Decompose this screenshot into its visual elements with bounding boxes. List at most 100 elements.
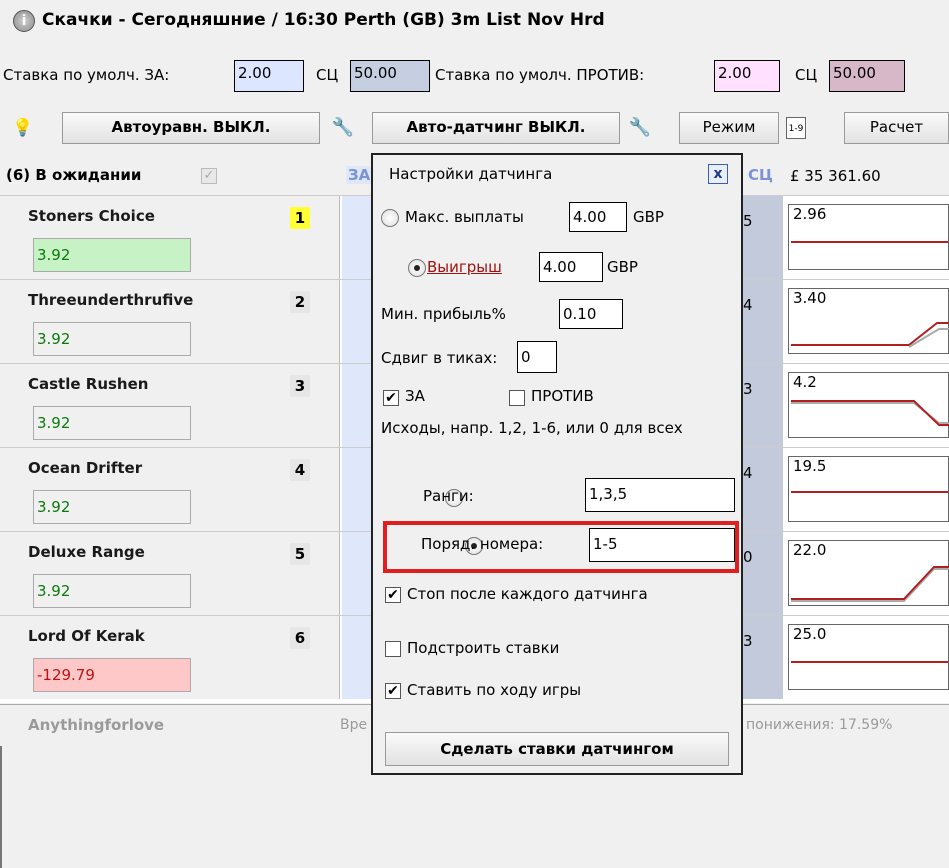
price-graph: 3.40 — [788, 288, 949, 354]
runner-price[interactable]: 3.92 — [33, 490, 191, 524]
close-icon[interactable]: x — [708, 164, 728, 184]
lay-stake-input[interactable]: 2.00 — [714, 60, 780, 92]
price-line-chart — [791, 322, 949, 348]
currency-label-1: GBP — [633, 208, 664, 226]
max-payout-radio[interactable] — [381, 208, 399, 227]
min-profit-label: Мин. прибыль% — [381, 305, 506, 323]
odds-digit: 5 — [743, 212, 753, 230]
last-price: 19.5 — [793, 457, 827, 475]
back-stake-label: Ставка по умолч. ЗА: — [3, 66, 170, 84]
sc-label-lay: СЦ — [795, 66, 818, 84]
runner-number: 3 — [290, 375, 310, 397]
tick-offset-input[interactable]: 0 — [517, 341, 557, 373]
submit-dutching-button[interactable]: Сделать ставки датчингом — [385, 732, 729, 766]
win-input[interactable]: 4.00 — [539, 252, 603, 282]
win-label[interactable]: Выигрыш — [427, 258, 502, 276]
runner-price[interactable]: -129.79 — [33, 658, 191, 692]
tick-offset-label: Сдвиг в тиках: — [381, 349, 498, 367]
lay-stake-label: Ставка по умолч. ПРОТИВ: — [435, 66, 645, 84]
order-label: Поряд. номера: — [421, 535, 544, 553]
runner-number: 2 — [290, 291, 310, 313]
non-runner-suffix: понижения: 17.59% — [746, 717, 893, 733]
odds-digit: 3 — [743, 632, 753, 650]
runner-number: 5 — [290, 543, 310, 565]
runner-number: 6 — [290, 627, 310, 649]
last-price: 2.96 — [793, 205, 827, 223]
back-cell[interactable] — [342, 196, 372, 279]
price-graph: 2.96 — [788, 204, 949, 270]
dutching-settings-popup: Настройки датчинга x Макс. выплаты 4.00 … — [371, 153, 743, 775]
runner-name: Lord Of Kerak — [28, 627, 145, 645]
currency-label-2: GBP — [607, 258, 638, 276]
sc-cell[interactable] — [743, 364, 783, 447]
sc-cell[interactable] — [743, 532, 783, 615]
adjust-stakes-checkbox[interactable] — [385, 641, 401, 657]
inplay-checkbox[interactable]: ✔ — [385, 683, 401, 699]
sc-back-input[interactable]: 50.00 — [350, 60, 430, 92]
back-cell[interactable] — [342, 364, 372, 447]
adjust-stakes-label: Подстроить ставки — [407, 639, 560, 657]
sc-cell[interactable] — [743, 616, 783, 699]
runner-number: 1 — [290, 207, 310, 229]
sc-cell[interactable] — [743, 196, 783, 279]
odds-digit: 0 — [743, 548, 753, 566]
wrench-icon-dutching[interactable]: 🔧 — [626, 114, 654, 142]
sc-cell[interactable] — [743, 280, 783, 363]
market-total: £ 35 361.60 — [790, 167, 881, 185]
back-cell[interactable] — [342, 448, 372, 531]
win-radio[interactable] — [407, 258, 426, 277]
info-icon[interactable]: i — [13, 10, 35, 32]
runner-number: 4 — [290, 459, 310, 481]
max-payout-input[interactable]: 4.00 — [569, 202, 627, 232]
calc-button[interactable]: Расчет — [844, 112, 949, 144]
lay-checkbox[interactable] — [509, 390, 525, 406]
back-stake-input[interactable]: 2.00 — [234, 60, 304, 92]
stop-after-checkbox[interactable]: ✔ — [385, 587, 401, 603]
runner-price[interactable]: 3.92 — [33, 406, 191, 440]
price-graph: 19.5 — [788, 456, 949, 522]
non-runner-name: Anythingforlove — [28, 716, 165, 734]
auto-dutching-button[interactable]: Авто-датчинг ВЫКЛ. — [372, 112, 620, 144]
back-checkbox[interactable]: ✔ — [383, 390, 399, 406]
odds-digit: 4 — [743, 464, 753, 482]
sc-cell[interactable] — [743, 448, 783, 531]
number-icon[interactable]: 1-9 — [786, 117, 806, 139]
runner-price[interactable]: 3.92 — [33, 574, 191, 608]
price-line-chart — [791, 400, 949, 426]
ranks-input[interactable]: 1,3,5 — [585, 478, 735, 512]
last-price: 25.0 — [793, 625, 827, 643]
back-cell[interactable] — [342, 532, 372, 615]
order-input[interactable]: 1-5 — [589, 528, 735, 562]
runner-name: Stoners Choice — [28, 207, 155, 225]
price-graph: 4.2 — [788, 372, 949, 438]
lightbulb-icon[interactable]: 💡 — [12, 115, 38, 141]
lay-checkbox-label: ПРОТИВ — [531, 387, 594, 405]
toolbar: 💡 Автоуравн. ВЫКЛ. 🔧 Авто-датчинг ВЫКЛ. … — [0, 112, 949, 144]
defaults-row: Ставка по умолч. ЗА: 2.00 СЦ 50.00 Ставк… — [0, 60, 949, 96]
outcomes-hint: Исходы, напр. 1,2, 1-6, или 0 для всех — [381, 419, 683, 437]
market-checkbox[interactable]: ✓ — [201, 168, 217, 184]
sc-label-back: СЦ — [316, 66, 339, 84]
price-graph: 22.0 — [788, 540, 949, 606]
auto-equalize-button[interactable]: Автоуравн. ВЫКЛ. — [62, 112, 320, 144]
back-cell[interactable] — [342, 280, 372, 363]
sc-lay-input[interactable]: 50.00 — [829, 60, 905, 92]
back-checkbox-label: ЗА — [405, 387, 425, 405]
runner-price[interactable]: 3.92 — [33, 238, 191, 272]
max-payout-label: Макс. выплаты — [405, 208, 524, 226]
price-graph: 25.0 — [788, 624, 949, 690]
wrench-icon-equalize[interactable]: 🔧 — [329, 114, 357, 142]
back-cell[interactable] — [342, 616, 372, 699]
non-runner-prefix: Вре — [340, 717, 368, 733]
col-back-label: ЗА — [346, 166, 373, 184]
min-profit-input[interactable]: 0.10 — [559, 299, 623, 329]
market-status: (6) В ожидании — [6, 166, 142, 184]
runner-name: Ocean Drifter — [28, 459, 143, 477]
ranks-label: Ранги: — [423, 487, 474, 505]
odds-digit: 4 — [743, 296, 753, 314]
runner-name: Threeunderthrufive — [28, 291, 194, 309]
runner-price[interactable]: 3.92 — [33, 322, 191, 356]
mode-button[interactable]: Режим — [679, 112, 779, 144]
odds-digit: 3 — [743, 380, 753, 398]
inplay-label: Ставить по ходу игры — [407, 681, 582, 699]
